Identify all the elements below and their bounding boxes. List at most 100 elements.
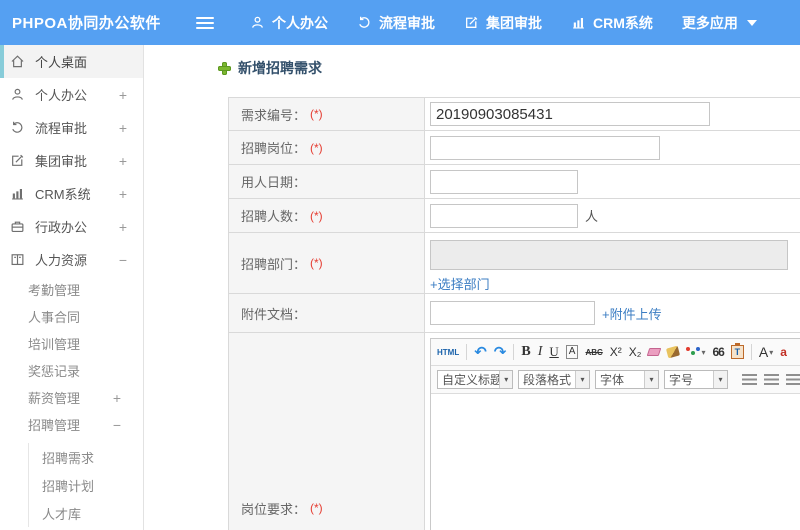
strikethrough-button[interactable]: ABC xyxy=(585,348,602,357)
required-mark: (*) xyxy=(310,501,323,515)
user-icon xyxy=(250,15,265,30)
required-mark: (*) xyxy=(310,140,323,155)
nav-more-apps[interactable]: 更多应用 xyxy=(682,13,757,33)
editor-toolbar-bottom: 自定义标题 ▾ 段落格式 ▾ 字体 ▾ 字号 ▾ xyxy=(431,366,800,394)
select-value: 段落格式 xyxy=(523,373,572,387)
custom-title-select[interactable]: 自定义标题 ▾ xyxy=(437,370,513,389)
position-input[interactable] xyxy=(430,135,660,160)
field-label-cell: 用人日期： xyxy=(229,165,425,198)
sidebar-item-human-resources[interactable]: 人力资源 − xyxy=(0,243,143,276)
nav-label: 流程审批 xyxy=(379,14,435,31)
nav-label: 更多应用 xyxy=(681,14,738,31)
field-value-cell: 人 xyxy=(425,199,800,232)
hamburger-icon[interactable] xyxy=(196,16,214,29)
expand-indicator[interactable]: + xyxy=(119,153,127,169)
expand-indicator[interactable]: + xyxy=(119,87,127,103)
autotypeset-button[interactable]: a xyxy=(780,345,787,359)
form-row-date: 用人日期： xyxy=(229,165,800,199)
format-painter-icon[interactable] xyxy=(666,345,681,359)
sidebar-item-talent-pool[interactable]: 人才库 xyxy=(29,499,143,527)
sidebar-item-admin-office[interactable]: 行政办公 + xyxy=(0,210,143,243)
form-row-requirements: 岗位要求： (*) HTML ↶ ↷ B I U A ABC X² X₂ ▾ 6… xyxy=(229,333,800,530)
field-label: 用人日期： xyxy=(241,175,307,190)
expand-indicator[interactable]: − xyxy=(113,417,121,433)
expand-indicator[interactable]: + xyxy=(113,390,121,406)
sidebar-item-personal-office[interactable]: 个人办公 + xyxy=(0,78,143,111)
attachment-upload-link[interactable]: +附件上传 xyxy=(602,304,662,323)
palette-icon xyxy=(686,347,701,357)
user-icon xyxy=(10,87,26,102)
italic-button[interactable]: I xyxy=(538,344,543,360)
department-textarea[interactable] xyxy=(430,240,788,270)
font-family-select[interactable]: 字体 ▾ xyxy=(595,370,659,389)
underline-button[interactable]: U xyxy=(549,344,558,360)
sidebar-item-hr-contract[interactable]: 人事合同 xyxy=(0,303,143,330)
subscript-button[interactable]: X₂ xyxy=(629,345,642,359)
sidebar-item-crm-system[interactable]: CRM系统 + xyxy=(0,177,143,210)
sidebar-item-label: 考勤管理 xyxy=(28,283,81,298)
home-icon xyxy=(10,54,26,69)
redo-icon[interactable]: ↷ xyxy=(494,343,507,361)
superscript-button[interactable]: X² xyxy=(610,345,622,359)
headcount-unit: 人 xyxy=(585,209,599,224)
bold-button[interactable]: B xyxy=(521,344,530,360)
font-border-button[interactable]: A xyxy=(565,345,579,359)
align-right-icon[interactable] xyxy=(786,374,800,385)
edit-icon xyxy=(464,15,479,30)
attachment-input[interactable] xyxy=(430,301,595,325)
expand-indicator[interactable]: + xyxy=(119,186,127,202)
highlight-color-button[interactable]: ▾ xyxy=(686,347,705,357)
field-label-cell: 招聘岗位： (*) xyxy=(229,131,425,164)
sidebar-item-attendance[interactable]: 考勤管理 xyxy=(0,276,143,303)
paste-text-icon[interactable]: T xyxy=(730,343,744,359)
edit-icon xyxy=(10,153,26,168)
nav-personal-office[interactable]: 个人办公 xyxy=(250,13,328,33)
demand-no-input[interactable] xyxy=(430,102,710,126)
align-center-icon[interactable] xyxy=(764,374,779,385)
sidebar-item-salary[interactable]: 薪资管理 + xyxy=(0,384,143,411)
sidebar-item-training[interactable]: 培训管理 xyxy=(0,330,143,357)
toolbar-separator xyxy=(466,344,468,360)
expand-indicator[interactable]: + xyxy=(119,219,127,235)
alignment-buttons xyxy=(742,374,800,385)
editor-content-area[interactable] xyxy=(431,394,800,530)
sidebar-item-label: 培训管理 xyxy=(28,337,81,352)
field-value-cell xyxy=(425,131,800,164)
recruitment-submenu: 招聘需求 招聘计划 人才库 xyxy=(28,443,143,527)
sidebar-item-personal-desktop[interactable]: 个人桌面 xyxy=(0,45,143,78)
nav-group-approval[interactable]: 集团审批 xyxy=(464,13,542,33)
date-input[interactable] xyxy=(430,169,578,194)
sidebar-item-group-approval[interactable]: 集团审批 + xyxy=(0,144,143,177)
nav-crm-system[interactable]: CRM系统 xyxy=(571,13,653,33)
sidebar-item-recruitment[interactable]: 招聘管理 − xyxy=(0,411,143,438)
eraser-icon[interactable] xyxy=(647,348,662,356)
sidebar-item-label: 个人桌面 xyxy=(35,55,88,70)
field-value-cell: +选择部门 xyxy=(425,233,800,293)
sidebar-item-label: 人力资源 xyxy=(35,253,88,268)
form-row-headcount: 招聘人数： (*) 人 xyxy=(229,199,800,233)
toolbar-separator xyxy=(513,344,515,360)
main-content: 新增招聘需求 需求编号： (*) 招聘岗位： (*) xyxy=(144,45,800,530)
sidebar-item-recruit-plan[interactable]: 招聘计划 xyxy=(29,471,143,499)
caret-down-icon: ▾ xyxy=(644,371,658,388)
nav-process-approval[interactable]: 流程审批 xyxy=(357,13,435,33)
align-left-icon[interactable] xyxy=(742,374,757,385)
bar-chart-icon xyxy=(10,186,26,201)
field-label-cell: 招聘人数： (*) xyxy=(229,199,425,232)
sidebar-item-rewards[interactable]: 奖惩记录 xyxy=(0,357,143,384)
undo-icon[interactable]: ↶ xyxy=(474,343,487,361)
font-size-select[interactable]: 字号 ▾ xyxy=(664,370,728,389)
select-department-link[interactable]: +选择部门 xyxy=(430,274,490,293)
expand-indicator[interactable]: + xyxy=(119,120,127,136)
sidebar-item-recruit-demand[interactable]: 招聘需求 xyxy=(29,443,143,471)
sidebar-item-process-approval[interactable]: 流程审批 + xyxy=(0,111,143,144)
expand-indicator[interactable]: − xyxy=(119,252,127,268)
form-row-attachment: 附件文档： +附件上传 xyxy=(229,294,800,333)
blockquote-button[interactable]: 66 xyxy=(712,345,724,359)
font-color-button[interactable]: A ▾ xyxy=(759,344,773,360)
html-source-button[interactable]: HTML xyxy=(437,348,459,357)
toolbar-separator xyxy=(750,344,752,360)
sidebar-item-label: CRM系统 xyxy=(35,187,91,202)
headcount-input[interactable] xyxy=(430,203,578,228)
paragraph-format-select[interactable]: 段落格式 ▾ xyxy=(518,370,590,389)
